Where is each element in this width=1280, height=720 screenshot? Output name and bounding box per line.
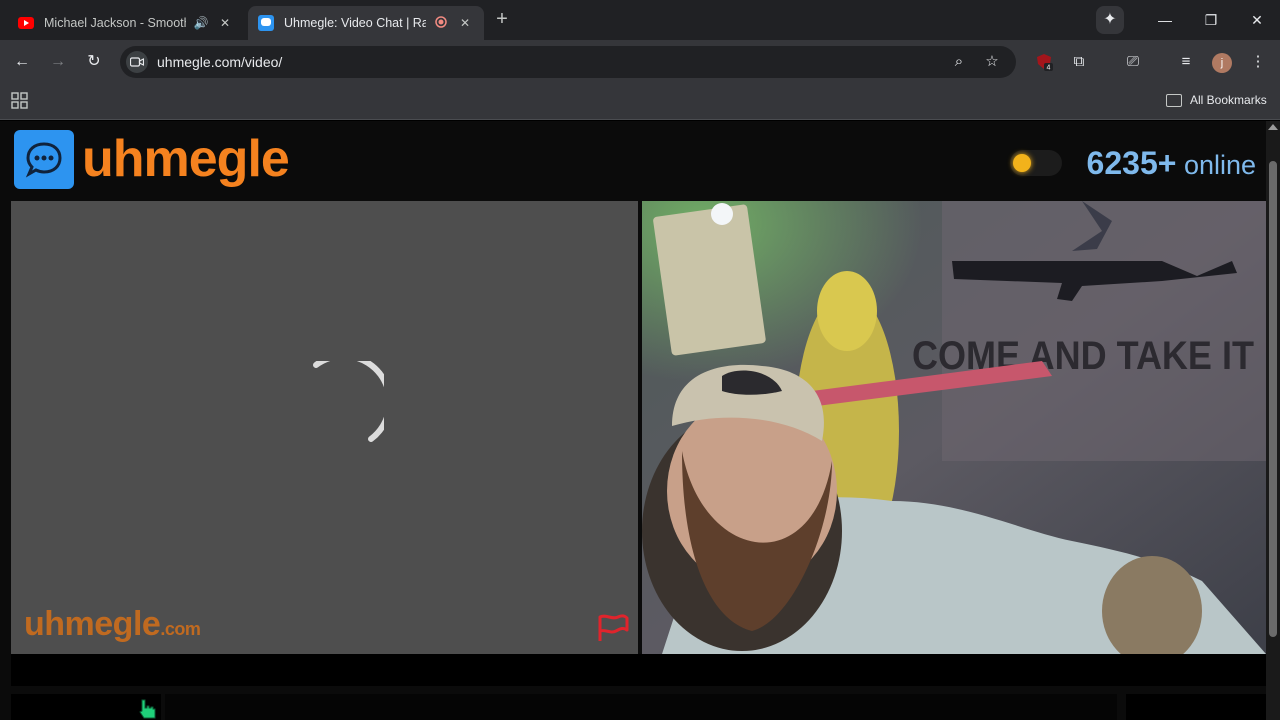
loading-spinner [313,361,384,442]
site-info-icon[interactable] [126,51,148,73]
new-tab-button[interactable]: + [492,8,512,30]
close-icon[interactable]: ✕ [216,16,234,30]
extension-badge: 4 [1047,65,1051,72]
hand-cursor-icon [139,699,156,719]
logo-text[interactable]: uhmegle [82,129,290,189]
tab-search-icon[interactable]: ⎚ [1123,52,1143,72]
close-icon[interactable]: ✕ [456,16,474,30]
send-area[interactable] [1126,694,1266,720]
menu-icon[interactable]: ⋮ [1248,52,1268,72]
theme-toggle[interactable] [1010,150,1062,176]
tab-youtube[interactable]: Michael Jackson - Smooth Criminal 🔊 ✕ [8,6,244,40]
scrollbar-thumb[interactable] [1269,161,1277,637]
self-camera-video: COME AND TAKE IT [642,201,1266,654]
uhmegle-page: uhmegle 6235+ online uhmegle.com COME AN… [0,121,1266,720]
forward-icon[interactable]: → [46,50,70,74]
avatar[interactable]: j [1212,53,1232,73]
media-controls-icon[interactable]: ≡ [1176,52,1196,72]
chat-area[interactable] [165,694,1117,720]
apps-icon[interactable] [11,92,29,110]
star-icon[interactable]: ☆ [982,52,1002,72]
reload-icon[interactable]: ↻ [82,50,106,74]
page-scrollbar[interactable] [1266,121,1280,720]
sparkle-icon[interactable]: ✦ [1096,6,1124,34]
watermark-suffix: .com [160,619,201,639]
restore-icon[interactable]: ❐ [1201,10,1221,30]
watermark-main: uhmegle [24,605,161,643]
bookmarks-bar: All Bookmarks [0,84,1280,120]
online-counter: 6235+ online [1087,145,1256,182]
tab-uhmegle[interactable]: Uhmegle: Video Chat | Random Stranger ✕ [248,6,484,40]
audio-icon[interactable]: 🔊 [192,16,210,30]
navigation-bar: ← → ↻ uhmegle.com/video/ ⌕ ☆ 4 ⧉ ⎚ ≡ ⋮ [0,40,1280,84]
tab-strip: Michael Jackson - Smooth Criminal 🔊 ✕ Uh… [0,0,1280,40]
logo-chat-icon[interactable] [14,130,74,189]
control-bar [11,654,1266,686]
online-count: 6235+ [1086,145,1177,181]
online-label: online [1183,150,1256,180]
url-text: uhmegle.com/video/ [157,54,283,70]
watermark: uhmegle.com [24,605,201,644]
folder-icon [1166,93,1182,107]
youtube-icon [18,15,34,31]
extensions-icon[interactable]: ⧉ [1069,52,1089,72]
camera-feed-image: COME AND TAKE IT [642,201,1266,654]
zoom-icon[interactable]: ⌕ [949,52,969,72]
back-icon[interactable]: ← [10,50,34,74]
address-bar[interactable]: uhmegle.com/video/ ⌕ ☆ [120,46,1016,78]
plus-icon: + [496,8,508,30]
scroll-up-icon[interactable] [1268,124,1278,130]
chat-bubble-icon [258,15,274,31]
close-window-icon[interactable]: ✕ [1247,10,1267,30]
extension-shield-icon[interactable]: 4 [1034,52,1054,72]
tab-title: Uhmegle: Video Chat | Random Stranger [284,16,426,30]
tab-title: Michael Jackson - Smooth Criminal [44,16,186,30]
all-bookmarks-label: All Bookmarks [1190,93,1267,107]
flag-icon[interactable] [596,613,630,643]
sun-icon [1013,154,1031,172]
recording-icon [432,15,450,31]
all-bookmarks-button[interactable]: All Bookmarks [1166,93,1267,107]
stranger-video: uhmegle.com [11,201,638,654]
minimize-icon[interactable]: — [1155,10,1175,30]
